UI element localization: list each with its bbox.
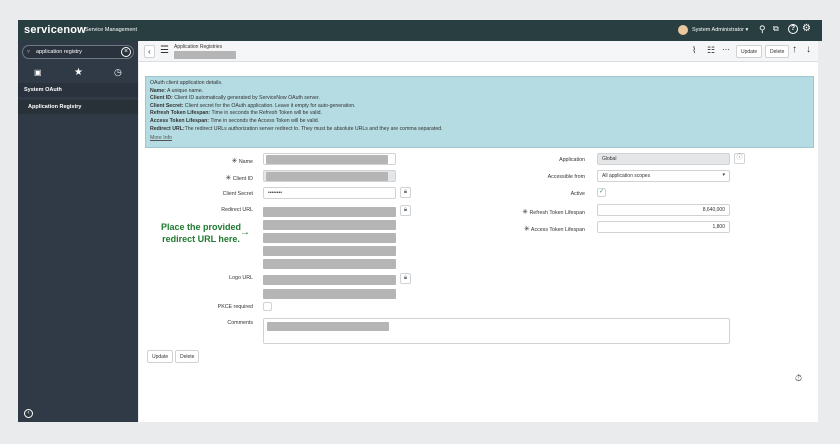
sidebar-item-application-registry[interactable]: Application Registry: [18, 100, 138, 114]
footer-delete-button[interactable]: Delete: [175, 350, 200, 363]
info-line: Client ID: Client ID automatically gener…: [150, 95, 320, 102]
arrow-right-icon: →: [240, 227, 250, 238]
context-menu-icon[interactable]: ☰: [160, 45, 169, 56]
pkce-label: PKCE required: [217, 304, 253, 310]
required-icon: ✳: [231, 158, 238, 165]
dropdown-icon: ▾: [722, 172, 725, 178]
info-icon[interactable]: ⓘ: [734, 153, 745, 164]
filter-icon: ▿: [27, 49, 31, 55]
comments-label: Comments: [227, 320, 253, 326]
servicenow-logo[interactable]: servicenow: [24, 24, 86, 36]
product-name: Service Management: [85, 27, 137, 33]
timer-icon[interactable]: ⏱︎: [795, 373, 802, 384]
client-id-label: ✳ Client ID: [225, 175, 253, 182]
filter-navigator[interactable]: ▿ application registry ×: [22, 45, 134, 59]
footer-update-button[interactable]: Update: [147, 350, 174, 363]
client-id-field[interactable]: [263, 170, 396, 182]
annotation-callout: Place the provided redirect URL here.: [160, 222, 242, 244]
logo-url-field[interactable]: [263, 275, 396, 299]
sidebar-section-system-oauth[interactable]: System OAuth: [18, 83, 138, 97]
access-token-label: ✳ Access Token Lifespan: [523, 226, 585, 233]
record-name-redacted: [174, 51, 236, 59]
active-checkbox-checked[interactable]: ✓: [597, 188, 606, 197]
breadcrumb[interactable]: Application Registries: [174, 44, 222, 50]
name-field[interactable]: [263, 153, 396, 165]
comments-field[interactable]: [263, 318, 730, 344]
gear-icon[interactable]: ⚙: [802, 23, 811, 34]
help-icon[interactable]: ?: [788, 24, 798, 34]
pkce-checkbox[interactable]: [263, 302, 272, 311]
refresh-token-field[interactable]: 8,640,000: [597, 204, 730, 216]
accessible-from-select[interactable]: All application scopes ▾: [597, 170, 730, 182]
refresh-token-label: ✳ Refresh Token Lifespan: [522, 209, 585, 216]
previous-record-icon[interactable]: ↑: [792, 44, 797, 55]
back-button[interactable]: ‹: [144, 45, 155, 58]
update-button[interactable]: Update: [736, 45, 763, 58]
collapse-sidebar-icon[interactable]: ‹: [24, 409, 33, 418]
all-apps-icon[interactable]: ▣: [34, 68, 42, 77]
info-line: Refresh Token Lifespan: Time in seconds …: [150, 110, 322, 117]
sidebar: ▿ application registry × ▣ ★ ◷ System OA…: [18, 41, 138, 422]
settings-sliders-icon[interactable]: ☷: [707, 45, 715, 56]
attachment-icon[interactable]: ⌇: [692, 45, 696, 56]
client-secret-label: Client Secret: [222, 191, 253, 197]
application-label: Application: [559, 157, 585, 163]
info-line: Redirect URL:The redirect URLs authoriza…: [150, 125, 443, 132]
avatar[interactable]: [678, 25, 688, 35]
name-label: ✳ Name: [231, 158, 254, 165]
logo-url-label: Logo URL: [229, 275, 253, 281]
history-clock-icon[interactable]: ◷: [114, 67, 122, 78]
form-header: ‹ ☰ Application Registries ⌇ ☷ ⋯ Update …: [139, 41, 818, 62]
application-field[interactable]: Global: [597, 153, 730, 165]
info-line: Client Secret: Client secret for the OAu…: [150, 102, 356, 109]
redirect-url-field[interactable]: [263, 207, 396, 269]
accessible-from-label: Accessible from: [547, 174, 585, 180]
access-token-field[interactable]: 1,800: [597, 221, 730, 233]
search-icon[interactable]: ⚲: [759, 24, 766, 35]
next-record-icon[interactable]: ↓: [806, 44, 811, 55]
delete-button[interactable]: Delete: [765, 45, 790, 58]
user-name: System Administrator: [692, 27, 744, 33]
info-intro: OAuth client application details.: [150, 80, 223, 86]
client-secret-field[interactable]: ••••••••: [263, 187, 396, 199]
info-message: OAuth client application details. Name: …: [145, 76, 814, 148]
top-navbar: servicenow Service Management System Adm…: [18, 20, 822, 41]
more-info-link[interactable]: More Info: [150, 135, 809, 143]
info-line: Name: A unique name.: [150, 87, 204, 94]
required-icon: ✳: [225, 175, 232, 182]
search-input[interactable]: application registry: [36, 49, 82, 55]
lock-icon[interactable]: 🔒︎: [400, 205, 411, 216]
lock-icon[interactable]: 🔒︎: [400, 273, 411, 284]
active-label: Active: [570, 191, 585, 197]
chat-icon[interactable]: ⧉: [773, 24, 779, 34]
redirect-url-label: Redirect URL: [221, 207, 253, 213]
favorites-star-icon[interactable]: ★: [74, 67, 83, 78]
user-menu[interactable]: System Administrator ▾: [692, 27, 748, 33]
more-options-icon[interactable]: ⋯: [722, 45, 730, 54]
clear-search-icon[interactable]: ×: [121, 47, 131, 57]
lock-icon[interactable]: 🔒︎: [400, 187, 411, 198]
info-line: Access Token Lifespan: Time in seconds t…: [150, 117, 320, 124]
form-area: ‹ ☰ Application Registries ⌇ ☷ ⋯ Update …: [139, 41, 818, 422]
